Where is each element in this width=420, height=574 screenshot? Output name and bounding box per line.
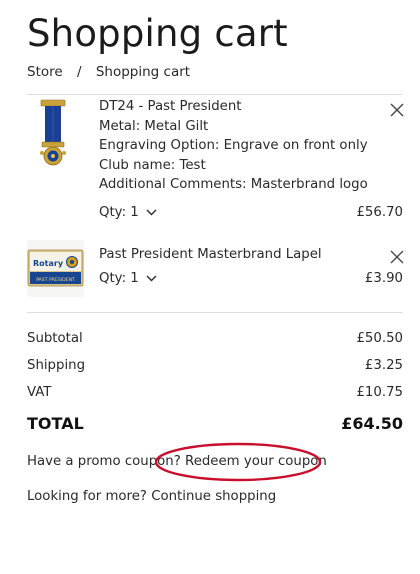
subtotal-label: Subtotal [27,331,83,346]
product-option-comments: Additional Comments: Masterbrand logo [99,177,368,192]
breadcrumb-store-link[interactable]: Store [27,64,63,80]
total-value: £64.50 [341,414,403,433]
summary-subtotal: Subtotal £50.50 [27,331,403,351]
subtotal-value: £50.50 [356,331,403,346]
page-title: Shopping cart [27,12,288,55]
continue-shopping-line: Looking for more? Continue shopping [27,489,276,504]
summary-shipping: Shipping £3.25 [27,358,403,378]
breadcrumb-separator: / [76,64,82,80]
promo-coupon-line: Have a promo coupon? Redeem your coupon [27,454,327,469]
shipping-value: £3.25 [364,358,403,373]
item-price: £3.90 [364,271,403,286]
vat-value: £10.75 [356,385,403,400]
remove-item-button[interactable] [389,102,405,118]
vat-label: VAT [27,385,52,400]
close-icon [390,103,404,117]
summary-total: TOTAL £64.50 [27,414,403,434]
summary-vat: VAT £10.75 [27,385,403,405]
lapel-image-text-top: Rotary [33,259,64,268]
item-price: £56.70 [356,205,403,220]
divider-top [27,94,403,95]
quantity-select[interactable]: Qty: 1 [99,271,157,286]
redeem-coupon-link[interactable]: Redeem your coupon [185,454,327,469]
chevron-down-icon [146,275,157,281]
more-prefix: Looking for more? [27,489,147,504]
breadcrumb: Store / Shopping cart [27,63,190,81]
past-president-medal-image [40,99,66,166]
product-option-metal: Metal: Metal Gilt [99,118,209,134]
quantity-label: Qty: 1 [99,205,139,220]
product-name[interactable]: Past President Masterbrand Lapel [99,245,322,265]
product-name[interactable]: DT24 - Past President [99,97,368,117]
divider-summary [27,312,403,313]
cart-item-info: DT24 - Past President Metal: Metal Gilt … [99,97,368,195]
product-option-club-name: Club name: Test [99,157,206,173]
shipping-label: Shipping [27,358,86,373]
quantity-select[interactable]: Qty: 1 [99,205,157,220]
breadcrumb-current: Shopping cart [95,64,191,80]
continue-shopping-link[interactable]: Continue shopping [151,489,276,504]
close-icon [390,250,404,264]
product-option-engraving: Engraving Option: Engrave on front only [99,138,368,153]
cart-item-info: Past President Masterbrand Lapel [99,245,322,265]
remove-item-button[interactable] [389,249,405,265]
chevron-down-icon [146,209,157,215]
lapel-image-text-bottom: PAST PRESIDENT [36,277,75,283]
product-image [27,98,84,174]
promo-prefix: Have a promo coupon? [27,454,181,469]
total-label: TOTAL [27,414,84,433]
product-image: Rotary PAST PRESIDENT [27,240,84,297]
quantity-label: Qty: 1 [99,271,139,286]
shopping-cart-page: Shopping cart Store / Shopping cart DT24… [0,0,420,574]
past-president-lapel-pin-image: Rotary PAST PRESIDENT [27,240,84,297]
